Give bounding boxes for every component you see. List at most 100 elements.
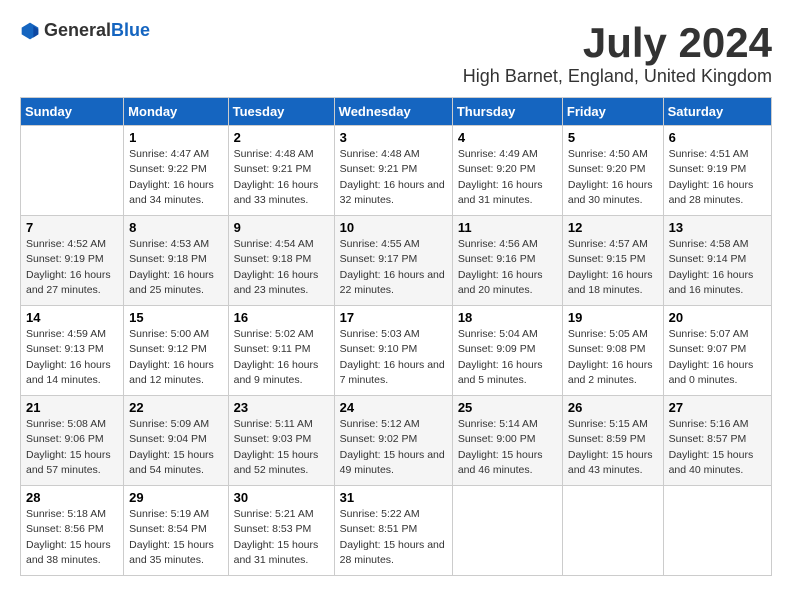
calendar-cell: 27 Sunrise: 5:16 AMSunset: 8:57 PMDayligh… [663,396,771,486]
day-number: 26 [568,400,658,415]
day-info: Sunrise: 4:48 AMSunset: 9:21 PMDaylight:… [340,147,447,208]
day-number: 24 [340,400,447,415]
calendar-cell: 5 Sunrise: 4:50 AMSunset: 9:20 PMDaylight… [562,126,663,216]
day-info: Sunrise: 4:54 AMSunset: 9:18 PMDaylight:… [234,237,329,298]
header-day-thursday: Thursday [452,98,562,126]
calendar-cell: 8Sunrise: 4:53 AMSunset: 9:18 PMDaylight… [124,216,228,306]
day-info: Sunrise: 5:15 AMSunset: 8:59 PMDaylight:… [568,417,658,478]
calendar-table: SundayMondayTuesdayWednesdayThursdayFrid… [20,97,772,576]
day-number: 14 [26,310,118,325]
calendar-cell: 28 Sunrise: 5:18 AMSunset: 8:56 PMDayligh… [21,486,124,576]
day-info: Sunrise: 4:59 AMSunset: 9:13 PMDaylight:… [26,327,118,388]
day-info: Sunrise: 5:14 AMSunset: 9:00 PMDaylight:… [458,417,557,478]
day-info: Sunrise: 4:57 AMSunset: 9:15 PMDaylight:… [568,237,658,298]
calendar-cell [562,486,663,576]
day-info: Sunrise: 4:49 AMSunset: 9:20 PMDaylight:… [458,147,557,208]
calendar-week-row: 7Sunrise: 4:52 AMSunset: 9:19 PMDaylight… [21,216,772,306]
day-info: Sunrise: 5:19 AMSunset: 8:54 PMDaylight:… [129,507,222,568]
header-day-sunday: Sunday [21,98,124,126]
calendar-cell: 26 Sunrise: 5:15 AMSunset: 8:59 PMDayligh… [562,396,663,486]
calendar-cell: 23 Sunrise: 5:11 AMSunset: 9:03 PMDayligh… [228,396,334,486]
day-info: Sunrise: 5:18 AMSunset: 8:56 PMDaylight:… [26,507,118,568]
day-info: Sunrise: 5:00 AMSunset: 9:12 PMDaylight:… [129,327,222,388]
day-number: 19 [568,310,658,325]
logo-blue-text: Blue [111,20,150,40]
calendar-cell: 3 Sunrise: 4:48 AMSunset: 9:21 PMDaylight… [334,126,452,216]
day-number: 5 [568,130,658,145]
day-number: 15 [129,310,222,325]
calendar-cell: 19 Sunrise: 5:05 AMSunset: 9:08 PMDayligh… [562,306,663,396]
day-number: 10 [340,220,447,235]
day-number: 20 [669,310,766,325]
day-info: Sunrise: 5:09 AMSunset: 9:04 PMDaylight:… [129,417,222,478]
day-number: 2 [234,130,329,145]
calendar-week-row: 28 Sunrise: 5:18 AMSunset: 8:56 PMDayligh… [21,486,772,576]
day-number: 17 [340,310,447,325]
month-title: July 2024 [463,20,772,66]
day-info: Sunrise: 5:04 AMSunset: 9:09 PMDaylight:… [458,327,557,388]
day-info: Sunrise: 5:12 AMSunset: 9:02 PMDaylight:… [340,417,447,478]
header: GeneralBlue July 2024 High Barnet, Engla… [20,20,772,87]
day-number: 23 [234,400,329,415]
day-number: 12 [568,220,658,235]
location-title: High Barnet, England, United Kingdom [463,66,772,87]
calendar-cell: 31Sunrise: 5:22 AMSunset: 8:51 PMDayligh… [334,486,452,576]
day-info: Sunrise: 4:56 AMSunset: 9:16 PMDaylight:… [458,237,557,298]
header-day-saturday: Saturday [663,98,771,126]
day-number: 4 [458,130,557,145]
day-number: 7 [26,220,118,235]
day-number: 30 [234,490,329,505]
calendar-header-row: SundayMondayTuesdayWednesdayThursdayFrid… [21,98,772,126]
day-info: Sunrise: 5:11 AMSunset: 9:03 PMDaylight:… [234,417,329,478]
day-number: 16 [234,310,329,325]
day-number: 9 [234,220,329,235]
calendar-cell: 2 Sunrise: 4:48 AMSunset: 9:21 PMDaylight… [228,126,334,216]
day-number: 18 [458,310,557,325]
calendar-cell: 17 Sunrise: 5:03 AMSunset: 9:10 PMDayligh… [334,306,452,396]
calendar-cell: 4 Sunrise: 4:49 AMSunset: 9:20 PMDaylight… [452,126,562,216]
calendar-cell: 15 Sunrise: 5:00 AMSunset: 9:12 PMDayligh… [124,306,228,396]
day-info: Sunrise: 5:05 AMSunset: 9:08 PMDaylight:… [568,327,658,388]
calendar-cell: 22 Sunrise: 5:09 AMSunset: 9:04 PMDayligh… [124,396,228,486]
day-info: Sunrise: 4:53 AMSunset: 9:18 PMDaylight:… [129,237,222,298]
calendar-cell: 18 Sunrise: 5:04 AMSunset: 9:09 PMDayligh… [452,306,562,396]
calendar-cell [663,486,771,576]
calendar-cell: 11 Sunrise: 4:56 AMSunset: 9:16 PMDayligh… [452,216,562,306]
day-number: 1 [129,130,222,145]
calendar-cell: 20 Sunrise: 5:07 AMSunset: 9:07 PMDayligh… [663,306,771,396]
header-day-monday: Monday [124,98,228,126]
day-number: 28 [26,490,118,505]
calendar-week-row: 21 Sunrise: 5:08 AMSunset: 9:06 PMDayligh… [21,396,772,486]
day-number: 13 [669,220,766,235]
calendar-cell: 24 Sunrise: 5:12 AMSunset: 9:02 PMDayligh… [334,396,452,486]
day-number: 6 [669,130,766,145]
header-day-tuesday: Tuesday [228,98,334,126]
day-info: Sunrise: 4:50 AMSunset: 9:20 PMDaylight:… [568,147,658,208]
calendar-cell: 6Sunrise: 4:51 AMSunset: 9:19 PMDaylight… [663,126,771,216]
day-number: 25 [458,400,557,415]
day-info: Sunrise: 5:08 AMSunset: 9:06 PMDaylight:… [26,417,118,478]
day-info: Sunrise: 4:48 AMSunset: 9:21 PMDaylight:… [234,147,329,208]
day-info: Sunrise: 5:03 AMSunset: 9:10 PMDaylight:… [340,327,447,388]
calendar-cell: 16 Sunrise: 5:02 AMSunset: 9:11 PMDayligh… [228,306,334,396]
calendar-cell: 14 Sunrise: 4:59 AMSunset: 9:13 PMDayligh… [21,306,124,396]
day-info: Sunrise: 4:58 AMSunset: 9:14 PMDaylight:… [669,237,766,298]
day-info: Sunrise: 5:07 AMSunset: 9:07 PMDaylight:… [669,327,766,388]
day-info: Sunrise: 5:02 AMSunset: 9:11 PMDaylight:… [234,327,329,388]
calendar-cell: 7Sunrise: 4:52 AMSunset: 9:19 PMDaylight… [21,216,124,306]
calendar-cell: 9 Sunrise: 4:54 AMSunset: 9:18 PMDaylight… [228,216,334,306]
calendar-cell: 21 Sunrise: 5:08 AMSunset: 9:06 PMDayligh… [21,396,124,486]
day-number: 22 [129,400,222,415]
calendar-cell: 30 Sunrise: 5:21 AMSunset: 8:53 PMDayligh… [228,486,334,576]
day-number: 3 [340,130,447,145]
header-day-friday: Friday [562,98,663,126]
header-day-wednesday: Wednesday [334,98,452,126]
day-number: 27 [669,400,766,415]
logo: GeneralBlue [20,20,150,41]
day-number: 21 [26,400,118,415]
day-number: 11 [458,220,557,235]
logo-icon [20,21,40,41]
day-info: Sunrise: 5:16 AMSunset: 8:57 PMDaylight:… [669,417,766,478]
day-info: Sunrise: 5:21 AMSunset: 8:53 PMDaylight:… [234,507,329,568]
calendar-week-row: 1Sunrise: 4:47 AMSunset: 9:22 PMDaylight… [21,126,772,216]
